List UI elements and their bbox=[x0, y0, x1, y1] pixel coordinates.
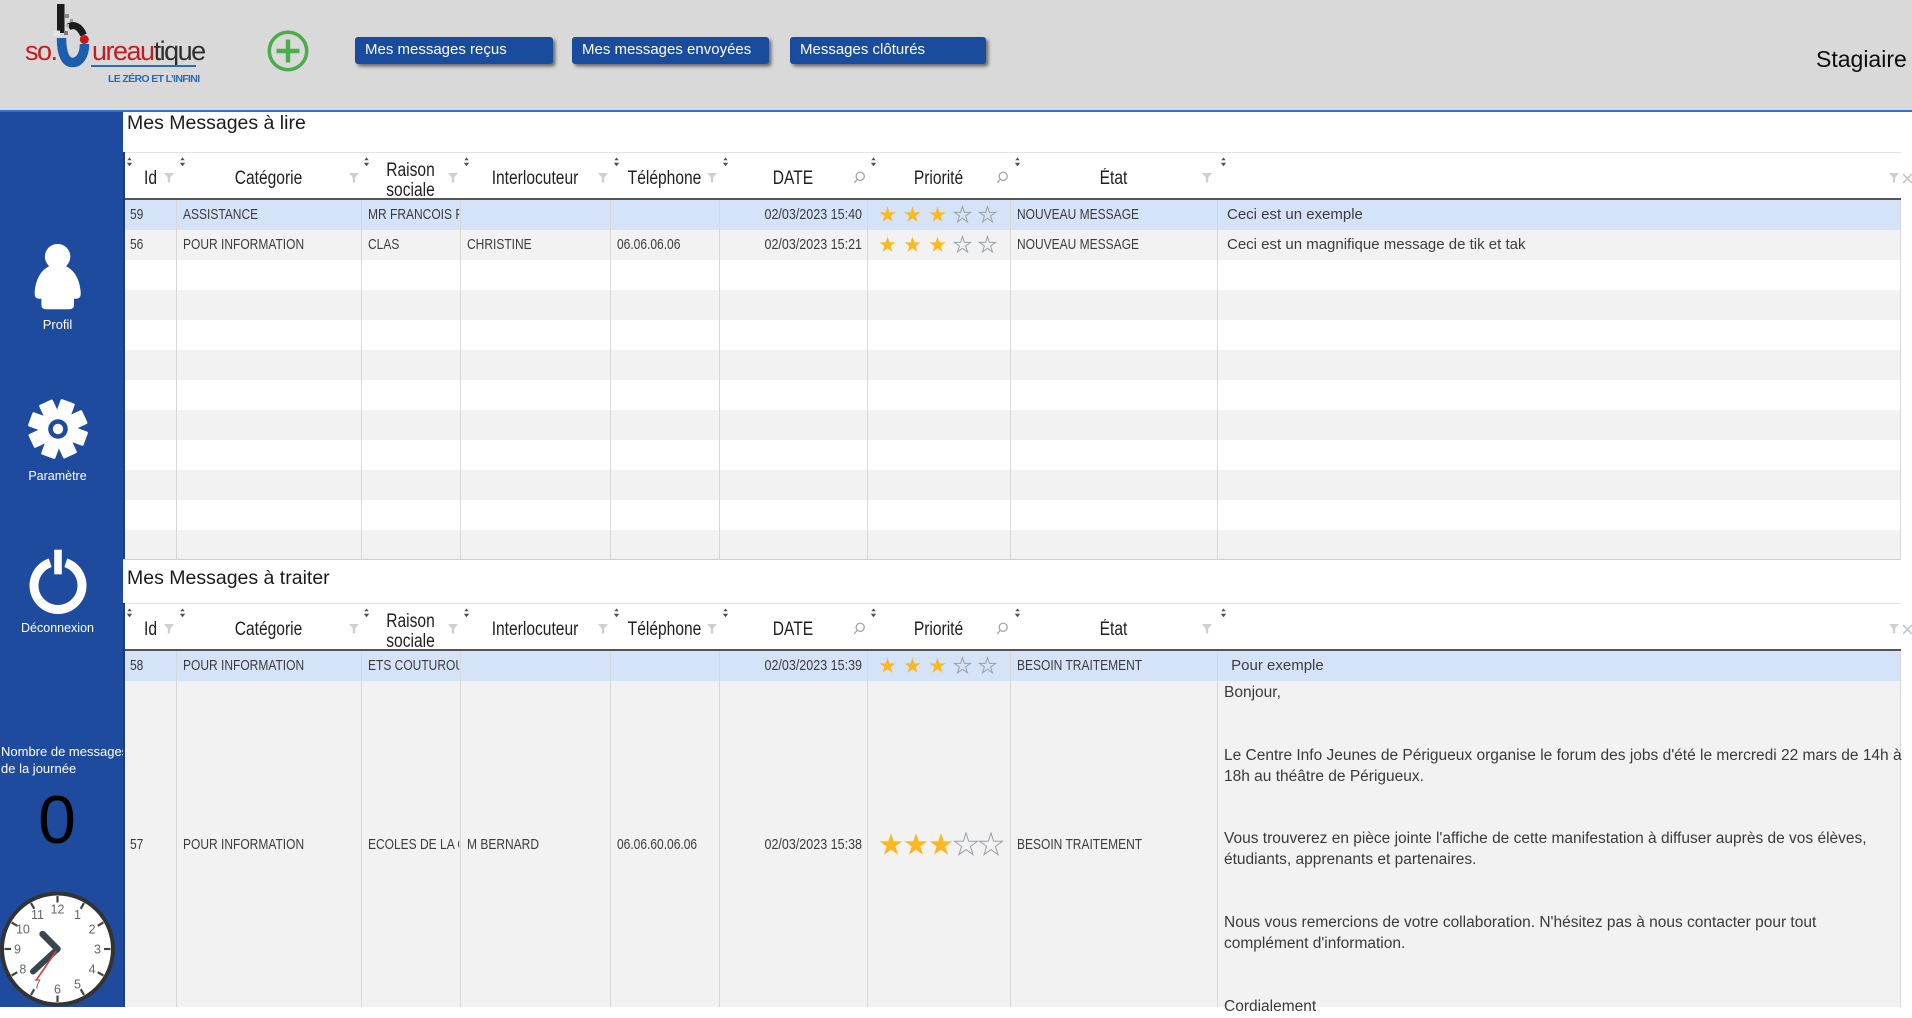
svg-text:4: 4 bbox=[89, 963, 96, 977]
svg-text:12: 12 bbox=[51, 903, 65, 917]
svg-text:6: 6 bbox=[54, 983, 61, 997]
svg-text:3: 3 bbox=[94, 943, 101, 957]
svg-text:1: 1 bbox=[74, 908, 81, 922]
svg-text:5: 5 bbox=[74, 977, 81, 991]
svg-text:8: 8 bbox=[19, 963, 26, 977]
svg-text:9: 9 bbox=[14, 943, 21, 957]
svg-text:2: 2 bbox=[89, 923, 96, 937]
svg-text:10: 10 bbox=[16, 923, 30, 937]
svg-text:11: 11 bbox=[31, 908, 44, 922]
